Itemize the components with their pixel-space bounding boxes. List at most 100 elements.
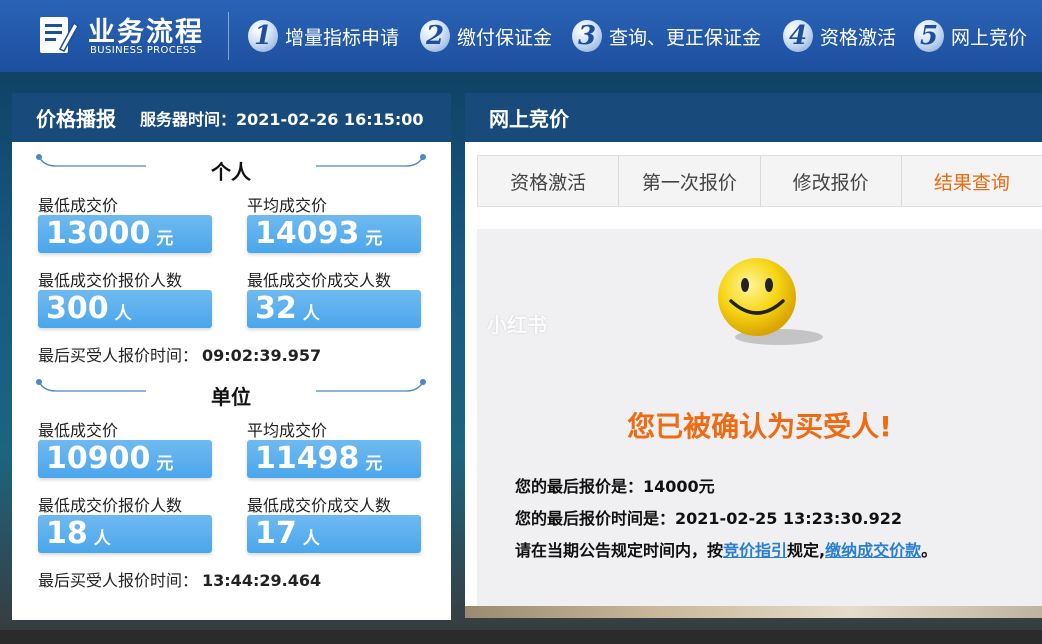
unit-label: 人 xyxy=(93,529,111,549)
avg-price-cell: 平均成交价 14093 元 xyxy=(247,192,423,253)
tab-first-bid[interactable]: 第一次报价 xyxy=(619,156,761,206)
min-deals-box: 32 人 xyxy=(247,290,421,328)
last-time-value: 2021-02-25 13:23:30.922 xyxy=(675,509,902,528)
price-panel-title: 价格播报 xyxy=(36,107,116,131)
min-deals-box: 17 人 xyxy=(247,515,421,553)
step-label: 网上竞价 xyxy=(951,26,1028,49)
header-divider xyxy=(228,12,229,60)
last-bid-time: 13:44:29.464 xyxy=(202,571,322,590)
bidding-guide-link[interactable]: 竞价指引 xyxy=(723,541,787,560)
notice-text: 。 xyxy=(921,541,938,560)
step-label: 缴付保证金 xyxy=(457,26,553,49)
step-label: 增量指标申请 xyxy=(285,26,400,49)
last-price-label: 您的最后报价是： xyxy=(515,477,644,496)
min-bidders-cell: 最低成交价报价人数 300 人 xyxy=(38,267,214,328)
unit-label: 元 xyxy=(365,229,383,249)
last-bid-label: 最后买受人报价时间： xyxy=(38,346,199,365)
min-deals-cell: 最低成交价成交人数 32 人 xyxy=(247,267,423,328)
last-price-value: 14000元 xyxy=(643,477,715,496)
step-number-badge: 3 xyxy=(572,20,602,52)
individual-section: 个人 最低成交价 13000 元 平均成交价 14093 元 最低成交价报价人数… xyxy=(12,142,451,367)
avg-price-value: 11498 xyxy=(255,441,360,476)
last-bid-time: 09:02:39.957 xyxy=(202,346,322,365)
min-deals-value: 17 xyxy=(255,516,297,551)
step-online-bidding[interactable]: 5 网上竞价 xyxy=(914,18,1027,54)
step-number-badge: 4 xyxy=(783,20,813,52)
top-header: 业务流程 BUSINESS PROCESS 1 增量指标申请 2 缴付保证金 3… xyxy=(0,0,1042,72)
last-bid-time-row: 最后买受人报价时间： 09:02:39.957 xyxy=(38,342,321,366)
step-label: 查询、更正保证金 xyxy=(609,26,762,49)
step-label: 资格激活 xyxy=(820,26,897,49)
min-bidders-box: 300 人 xyxy=(38,290,212,328)
tab-activate-qualification[interactable]: 资格激活 xyxy=(478,156,620,206)
result-content: 小红书 您已被确认为买受人! 您的最后报价是：14000元 您的最后报价时间是：… xyxy=(477,229,1042,612)
min-bidders-box: 18 人 xyxy=(38,515,212,553)
unit-label: 元 xyxy=(365,454,383,474)
min-deals-value: 32 xyxy=(255,291,297,326)
min-bidders-value: 300 xyxy=(46,291,109,326)
min-deals-label: 最低成交价成交人数 xyxy=(247,271,392,290)
price-broadcast-panel: 价格播报 服务器时间：2021-02-26 16:15:00 个人 最低成交价 … xyxy=(12,93,451,620)
footer-bar xyxy=(0,630,1042,644)
document-pen-icon xyxy=(40,17,79,53)
avg-price-label: 平均成交价 xyxy=(247,421,328,440)
unit-section: 单位 最低成交价 10900 元 平均成交价 11498 元 最低成交价报价人数… xyxy=(12,367,451,592)
avg-price-label: 平均成交价 xyxy=(247,196,328,215)
unit-label: 人 xyxy=(302,529,320,549)
notice-text: 请在当期公告规定时间内，按 xyxy=(515,541,724,560)
decorative-line-icon xyxy=(316,154,426,167)
payment-notice: 请在当期公告规定时间内，按竞价指引规定,缴纳成交价款。 xyxy=(515,537,937,561)
pay-deal-price-link[interactable]: 缴纳成交价款 xyxy=(825,541,921,560)
bidding-panel-title: 网上竞价 xyxy=(465,93,1042,142)
step-number-badge: 5 xyxy=(914,20,944,52)
step-number-badge: 2 xyxy=(420,20,450,52)
tab-modify-bid[interactable]: 修改报价 xyxy=(761,156,902,206)
price-panel-header: 价格播报 服务器时间：2021-02-26 16:15:00 xyxy=(12,93,451,142)
avg-price-box: 11498 元 xyxy=(247,440,421,478)
smiley-face-icon xyxy=(718,258,823,345)
step-pay-deposit[interactable]: 2 缴付保证金 xyxy=(420,18,552,54)
avg-price-box: 14093 元 xyxy=(247,215,421,253)
buyer-confirmed-message: 您已被确认为买受人! xyxy=(627,410,892,443)
unit-label: 人 xyxy=(114,304,132,324)
min-deals-label: 最低成交价成交人数 xyxy=(247,496,392,515)
min-price-value: 10900 xyxy=(46,441,151,476)
min-price-box: 10900 元 xyxy=(38,440,212,478)
notice-text: 规定, xyxy=(787,541,826,560)
step-activate-qualification[interactable]: 4 资格激活 xyxy=(783,18,896,54)
min-bidders-value: 18 xyxy=(46,516,88,551)
last-time-row: 您的最后报价时间是：2021-02-25 13:23:30.922 xyxy=(515,505,902,529)
min-price-label: 最低成交价 xyxy=(38,421,119,440)
min-bidders-label: 最低成交价报价人数 xyxy=(38,496,183,515)
min-bidders-label: 最低成交价报价人数 xyxy=(38,271,183,290)
bidding-tabs: 资格激活 第一次报价 修改报价 结果查询 xyxy=(477,155,1042,207)
section-title-row: 单位 xyxy=(36,379,426,409)
min-bidders-cell: 最低成交价报价人数 18 人 xyxy=(38,492,214,553)
decorative-line-icon xyxy=(316,379,426,392)
tab-result-query[interactable]: 结果查询 xyxy=(902,156,1042,206)
online-bidding-panel: 网上竞价 资格激活 第一次报价 修改报价 结果查询 小红书 您已被确认为买受人!… xyxy=(465,93,1042,617)
last-bid-time-row: 最后买受人报价时间： 13:44:29.464 xyxy=(38,567,321,591)
unit-label: 元 xyxy=(156,229,174,249)
server-time-label: 服务器时间： xyxy=(140,109,237,129)
step-apply-quota[interactable]: 1 增量指标申请 xyxy=(248,18,399,54)
min-price-cell: 最低成交价 10900 元 xyxy=(38,417,214,478)
section-title-row: 个人 xyxy=(36,154,426,184)
min-price-box: 13000 元 xyxy=(38,215,212,253)
min-deals-cell: 最低成交价成交人数 17 人 xyxy=(247,492,423,553)
min-price-label: 最低成交价 xyxy=(38,196,119,215)
min-price-value: 13000 xyxy=(46,216,151,251)
unit-label: 元 xyxy=(156,454,174,474)
watermark: 小红书 xyxy=(487,313,547,337)
last-time-label: 您的最后报价时间是： xyxy=(515,509,676,528)
last-price-row: 您的最后报价是：14000元 xyxy=(515,473,715,497)
step-query-deposit[interactable]: 3 查询、更正保证金 xyxy=(572,18,761,54)
logo-title: 业务流程 xyxy=(88,17,204,48)
server-time-value: 2021-02-26 16:15:00 xyxy=(236,109,424,129)
unit-label: 人 xyxy=(302,304,320,324)
background-strip xyxy=(465,606,1042,618)
avg-price-cell: 平均成交价 11498 元 xyxy=(247,417,423,478)
server-time: 服务器时间：2021-02-26 16:15:00 xyxy=(140,106,424,130)
avg-price-value: 14093 xyxy=(255,216,360,251)
min-price-cell: 最低成交价 13000 元 xyxy=(38,192,214,253)
